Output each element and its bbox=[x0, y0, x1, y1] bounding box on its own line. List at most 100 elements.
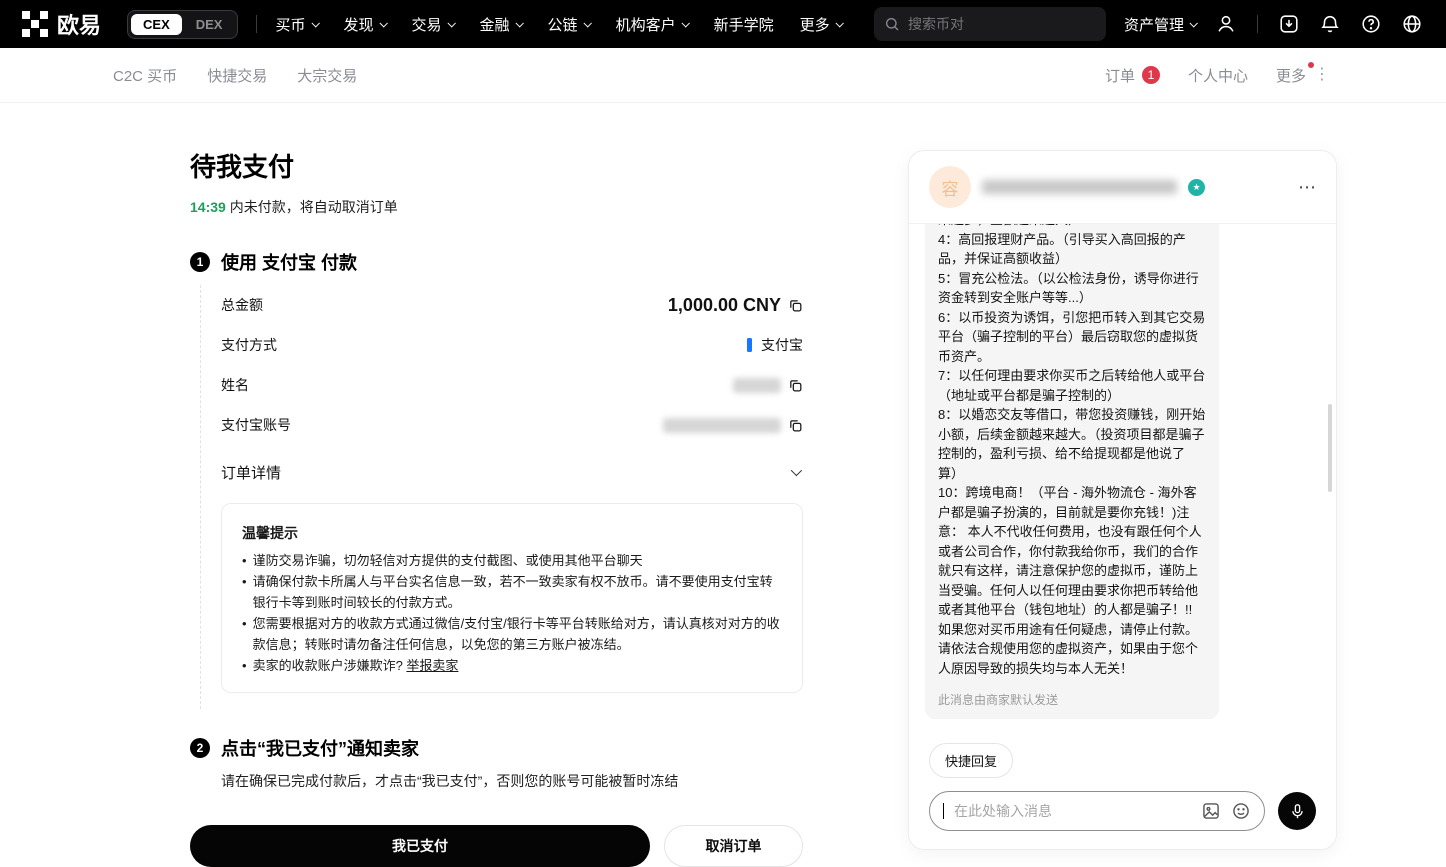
quick-reply-button[interactable]: 快捷回复 bbox=[929, 743, 1013, 778]
chat-scrollbar[interactable] bbox=[1328, 404, 1332, 492]
chevron-down-icon bbox=[515, 19, 523, 27]
nav-item-academy[interactable]: 新手学院 bbox=[714, 14, 774, 35]
chevron-down-icon bbox=[681, 19, 689, 27]
alipay-account-row: 支付宝账号 bbox=[221, 405, 803, 445]
chat-footer: 快捷回复 在此处输入消息 bbox=[909, 739, 1336, 849]
search-input[interactable] bbox=[908, 16, 1096, 32]
total-amount-row: 总金额 1,000.00 CNY bbox=[221, 285, 803, 325]
nav-item-finance[interactable]: 金融 bbox=[480, 14, 522, 35]
merchant-name-masked bbox=[982, 180, 1177, 194]
merchant-avatar: 容 bbox=[929, 166, 971, 208]
subnav-item-c2c[interactable]: C2C 买币 bbox=[113, 65, 177, 86]
orders-link[interactable]: 订单 1 bbox=[1105, 65, 1160, 86]
chat-header: 容 ★ ⋯ bbox=[909, 151, 1336, 224]
merchant-message-text: 骗：1：兼职返佣。（先让你赚小钱，诱导加大投资）2：高额返利。（让你进行投资，并… bbox=[938, 224, 1206, 678]
voice-message-button[interactable] bbox=[1278, 792, 1316, 830]
nav-item-buy[interactable]: 买币 bbox=[275, 14, 317, 35]
payee-name-label: 姓名 bbox=[221, 375, 249, 395]
chat-message-area: 骗：1：兼职返佣。（先让你赚小钱，诱导加大投资）2：高额返利。（让你进行投资，并… bbox=[909, 224, 1336, 739]
kebab-menu-icon[interactable]: ⋮ bbox=[1314, 67, 1330, 83]
subnav-right: 订单 1 个人中心 更多 ⋮ bbox=[1105, 65, 1330, 86]
tips-box: 温馨提示 谨防交易诈骗，切勿轻信对方提供的支付截图、或使用其他平台聊天 请确保付… bbox=[221, 503, 803, 693]
text-cursor bbox=[943, 803, 944, 819]
help-icon[interactable] bbox=[1359, 12, 1383, 36]
chat-panel: 容 ★ ⋯ 骗：1：兼职返佣。（先让你赚小钱，诱导加大投资）2：高额返利。（让你… bbox=[908, 150, 1337, 850]
action-buttons: 我已支付 取消订单 bbox=[190, 825, 803, 867]
search-box[interactable] bbox=[874, 7, 1106, 41]
copy-account-icon[interactable] bbox=[788, 418, 803, 433]
order-details-label: 订单详情 bbox=[221, 462, 281, 483]
subnav-more-link[interactable]: 更多 ⋮ bbox=[1276, 65, 1330, 86]
total-amount-label: 总金额 bbox=[221, 295, 263, 315]
top-nav: 欧易 CEX DEX 买币 发现 交易 金融 公链 机构客户 新手学院 更多 资… bbox=[0, 0, 1446, 48]
chevron-down-icon bbox=[311, 19, 319, 27]
sub-nav: C2C 买币 快捷交易 大宗交易 订单 1 个人中心 更多 ⋮ bbox=[0, 48, 1446, 103]
emoji-icon[interactable] bbox=[1231, 801, 1251, 821]
step-2: 2 点击“我已支付”通知卖家 请在确保已完成付款后，才点击“我已支付”，否则您的… bbox=[190, 735, 803, 791]
page-title: 待我支付 bbox=[190, 147, 803, 184]
payment-method-label: 支付方式 bbox=[221, 335, 277, 355]
step-2-title: 点击“我已支付”通知卖家 bbox=[221, 735, 419, 761]
chat-input-placeholder: 在此处输入消息 bbox=[954, 801, 1191, 821]
countdown-text: 内未付款，将自动取消订单 bbox=[226, 199, 398, 215]
step-2-head: 2 点击“我已支付”通知卖家 bbox=[190, 735, 803, 761]
verified-badge-icon: ★ bbox=[1188, 179, 1205, 196]
order-details-toggle[interactable]: 订单详情 bbox=[221, 457, 803, 487]
attach-image-icon[interactable] bbox=[1201, 801, 1221, 821]
tip-item: 卖家的收款账户涉嫌欺诈? 举报卖家 bbox=[242, 655, 782, 676]
cex-toggle-button[interactable]: CEX bbox=[131, 14, 182, 35]
cex-dex-toggle: CEX DEX bbox=[127, 10, 238, 39]
nav-divider bbox=[256, 15, 257, 33]
alipay-account-label: 支付宝账号 bbox=[221, 415, 291, 435]
download-app-icon[interactable] bbox=[1277, 12, 1301, 36]
chevron-down-icon bbox=[447, 19, 455, 27]
step-2-description: 请在确保已完成付款后，才点击“我已支付”，否则您的账号可能被暂时冻结 bbox=[221, 771, 803, 791]
assets-menu[interactable]: 资产管理 bbox=[1124, 14, 1196, 35]
tip-item: 请确保付款卡所属人与平台实名信息一致，若不一致卖家有权不放币。请不要使用支付宝转… bbox=[242, 571, 782, 613]
nav-item-more[interactable]: 更多 bbox=[800, 14, 842, 35]
step-1-body: 总金额 1,000.00 CNY 支付方式 支付宝 姓名 bbox=[200, 285, 803, 709]
chevron-down-icon bbox=[379, 19, 387, 27]
nav-item-trade[interactable]: 交易 bbox=[412, 14, 454, 35]
payee-name-masked-value bbox=[733, 378, 781, 393]
orders-badge: 1 bbox=[1142, 66, 1160, 84]
nav-item-chain[interactable]: 公链 bbox=[548, 14, 590, 35]
profile-center-link[interactable]: 个人中心 bbox=[1188, 65, 1248, 86]
chevron-down-icon bbox=[791, 465, 802, 476]
notifications-bell-icon[interactable] bbox=[1318, 12, 1342, 36]
report-seller-link[interactable]: 举报卖家 bbox=[406, 658, 458, 673]
payee-name-row: 姓名 bbox=[221, 365, 803, 405]
subnav-item-block-trade[interactable]: 大宗交易 bbox=[297, 65, 357, 86]
chevron-down-icon bbox=[583, 19, 591, 27]
okx-logo[interactable]: 欧易 bbox=[22, 8, 101, 40]
notification-dot bbox=[1308, 62, 1314, 68]
alipay-icon bbox=[747, 338, 752, 352]
total-amount-value: 1,000.00 CNY bbox=[668, 295, 781, 316]
tip-item: 您需要根据对方的收款方式通过微信/支付宝/银行卡等平台转账给对方，请认真核对对方… bbox=[242, 613, 782, 655]
nav-item-institutional[interactable]: 机构客户 bbox=[616, 14, 688, 35]
step-1-title: 使用 支付宝 付款 bbox=[221, 249, 357, 275]
step-2-number: 2 bbox=[190, 738, 210, 758]
okx-logo-icon bbox=[22, 11, 48, 37]
payment-method-row: 支付方式 支付宝 bbox=[221, 325, 803, 365]
nav-divider bbox=[1257, 15, 1258, 33]
chevron-down-icon bbox=[1189, 19, 1197, 27]
copy-name-icon[interactable] bbox=[788, 378, 803, 393]
dex-toggle-button[interactable]: DEX bbox=[184, 14, 235, 35]
subnav-item-express[interactable]: 快捷交易 bbox=[207, 65, 267, 86]
payment-method-value: 支付宝 bbox=[761, 335, 803, 355]
copy-amount-icon[interactable] bbox=[788, 298, 803, 313]
chevron-down-icon bbox=[835, 19, 843, 27]
chat-input[interactable]: 在此处输入消息 bbox=[929, 791, 1265, 831]
profile-icon[interactable] bbox=[1214, 12, 1238, 36]
subnav-left: C2C 买币 快捷交易 大宗交易 bbox=[113, 65, 357, 86]
order-main: 待我支付 14:39 内未付款，将自动取消订单 1 使用 支付宝 付款 总金额 … bbox=[0, 103, 803, 867]
nav-icon-group bbox=[1214, 12, 1424, 36]
cancel-order-button[interactable]: 取消订单 bbox=[664, 825, 803, 867]
nav-item-discover[interactable]: 发现 bbox=[344, 14, 386, 35]
paid-button[interactable]: 我已支付 bbox=[190, 825, 650, 867]
merchant-message-bubble: 骗：1：兼职返佣。（先让你赚小钱，诱导加大投资）2：高额返利。（让你进行投资，并… bbox=[925, 224, 1219, 719]
brand-name: 欧易 bbox=[57, 8, 101, 40]
microphone-icon bbox=[1289, 803, 1306, 820]
language-globe-icon[interactable] bbox=[1400, 12, 1424, 36]
